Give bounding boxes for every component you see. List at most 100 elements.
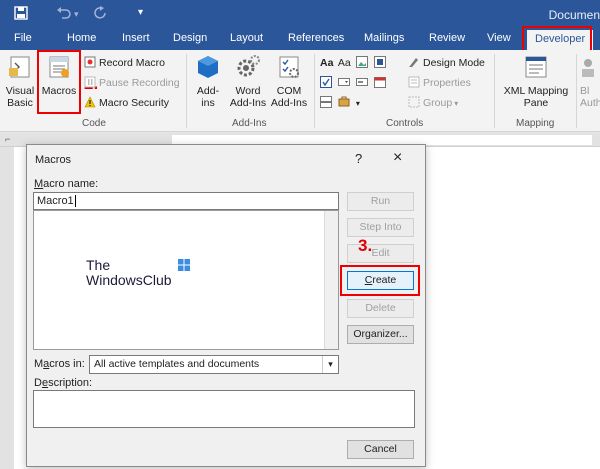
macros-in-value: All active templates and documents (94, 358, 260, 370)
visual-basic-button[interactable]: Visual Basic (4, 54, 36, 109)
macros-dialog: Macros ? × Macro name: Macro1 Run Step I… (26, 144, 426, 467)
windows-logo-icon (178, 259, 190, 271)
watermark: The WindowsClub (86, 257, 190, 288)
authors-label-cut: Auth (580, 97, 600, 109)
undo-icon[interactable] (56, 6, 72, 23)
rich-text-control-icon[interactable]: Aa (320, 56, 335, 70)
block-authors-icon (580, 54, 600, 83)
combo-box-control-icon[interactable] (337, 76, 350, 88)
warning-icon (84, 96, 96, 108)
tab-home[interactable]: Home (67, 32, 96, 44)
redo-icon[interactable] (94, 6, 108, 23)
step-into-button[interactable]: Step Into (347, 218, 414, 237)
record-macro-icon (84, 56, 96, 68)
add-ins-button[interactable]: Add-ins (192, 54, 224, 109)
organizer-button[interactable]: Organizer... (347, 325, 414, 344)
macro-name-label: Macro name: (34, 178, 99, 190)
properties-icon (408, 76, 420, 88)
xml-mapping-pane-button[interactable]: XML Mapping Pane (500, 54, 572, 109)
group-label-controls: Controls (386, 118, 424, 129)
tab-file[interactable]: File (14, 32, 32, 44)
legacy-tools-dropdown-icon[interactable]: ▾ (356, 99, 360, 108)
vertical-ruler (0, 147, 14, 469)
tab-view[interactable]: View (487, 32, 511, 44)
macro-name-value: Macro1 (37, 195, 74, 207)
group-label-text: Group (423, 97, 453, 109)
macros-in-label: Macros in: (34, 358, 85, 370)
delete-button[interactable]: Delete (347, 299, 414, 318)
com-add-ins-icon (270, 54, 308, 83)
design-mode-icon (408, 56, 420, 68)
tab-layout[interactable]: Layout (230, 32, 263, 44)
visual-basic-icon (4, 54, 36, 83)
macro-security-label: Macro Security (99, 97, 170, 109)
pause-recording-button[interactable]: Pause Recording (84, 76, 180, 90)
group-separator (494, 54, 495, 128)
customize-icon[interactable]: ▾ (138, 7, 143, 18)
com-add-ins-label: COM Add-Ins (270, 85, 308, 109)
word-add-ins-button[interactable]: Word Add-Ins (228, 54, 268, 109)
macro-security-button[interactable]: Macro Security (84, 96, 169, 110)
word-add-ins-label: Word Add-Ins (229, 85, 267, 109)
close-button[interactable]: × (393, 149, 402, 167)
macro-name-input[interactable]: Macro1 (33, 192, 339, 210)
group-button[interactable]: Group ▾ (408, 96, 458, 110)
record-macro-label: Record Macro (99, 57, 165, 69)
pause-recording-icon (84, 76, 96, 88)
group-label-mapping: Mapping (516, 118, 555, 129)
ribbon: Visual Basic Macros 2. Record Macro Paus… (0, 50, 600, 132)
tab-mailings[interactable]: Mailings (364, 32, 404, 44)
design-mode-button[interactable]: Design Mode (408, 56, 485, 70)
cancel-button[interactable]: Cancel (347, 440, 414, 459)
annotation-step-3: 3. (358, 236, 373, 255)
dropdown-list-control-icon[interactable] (355, 76, 368, 88)
description-label: Description: (34, 377, 93, 389)
undo-dropdown-icon[interactable]: ▾ (74, 9, 79, 20)
visual-basic-label: Visual Basic (5, 85, 35, 109)
group-separator (576, 54, 577, 128)
plain-text-control-icon[interactable]: Aa (338, 56, 353, 70)
tab-insert[interactable]: Insert (122, 32, 150, 44)
properties-button[interactable]: Properties (408, 76, 471, 90)
macro-list-scrollbar[interactable] (324, 211, 338, 349)
xml-mapping-pane-label: XML Mapping Pane (503, 85, 569, 109)
tab-selector-icon[interactable]: ⌐ (5, 134, 10, 144)
description-box (33, 390, 415, 428)
controls-row-2 (320, 76, 389, 90)
properties-label: Properties (423, 77, 471, 89)
macro-list[interactable] (33, 210, 339, 350)
group-separator (314, 54, 315, 128)
tab-design[interactable]: Design (173, 32, 207, 44)
chevron-down-icon: ▾ (322, 356, 338, 373)
group-icon (408, 96, 420, 108)
design-mode-label: Design Mode (423, 57, 485, 69)
tab-review[interactable]: Review (429, 32, 465, 44)
macros-in-select[interactable]: All active templates and documents ▾ (89, 355, 339, 374)
add-ins-label: Add-ins (196, 85, 220, 109)
checkbox-control-icon[interactable] (320, 76, 332, 88)
annotation-box-create (340, 265, 420, 296)
repeating-section-control-icon[interactable] (320, 96, 332, 108)
annotation-box-developer (522, 26, 592, 52)
legacy-tools-icon[interactable] (338, 96, 350, 108)
group-label-add-ins: Add-Ins (232, 118, 267, 129)
record-macro-button[interactable]: Record Macro (84, 56, 165, 70)
ribbon-tabs: File Home Insert Design Layout Reference… (0, 30, 600, 50)
picture-control-icon[interactable] (355, 56, 368, 68)
store-icon (192, 54, 224, 83)
building-block-control-icon[interactable] (373, 56, 386, 68)
gear-icon (228, 54, 268, 83)
help-button[interactable]: ? (355, 151, 362, 166)
text-cursor (74, 195, 76, 207)
window-title: Documen (548, 8, 600, 22)
run-button[interactable]: Run (347, 192, 414, 211)
block-authors-button[interactable]: Bl Auth (580, 54, 600, 109)
tab-references[interactable]: References (288, 32, 344, 44)
group-dropdown-icon: ▾ (454, 99, 459, 108)
block-label-cut: Bl (580, 85, 590, 97)
watermark-line-1: The (86, 257, 111, 273)
date-picker-control-icon[interactable] (373, 76, 386, 88)
controls-row-3: ▾ (320, 96, 360, 110)
com-add-ins-button[interactable]: COM Add-Ins (270, 54, 308, 109)
save-icon[interactable] (14, 6, 28, 23)
